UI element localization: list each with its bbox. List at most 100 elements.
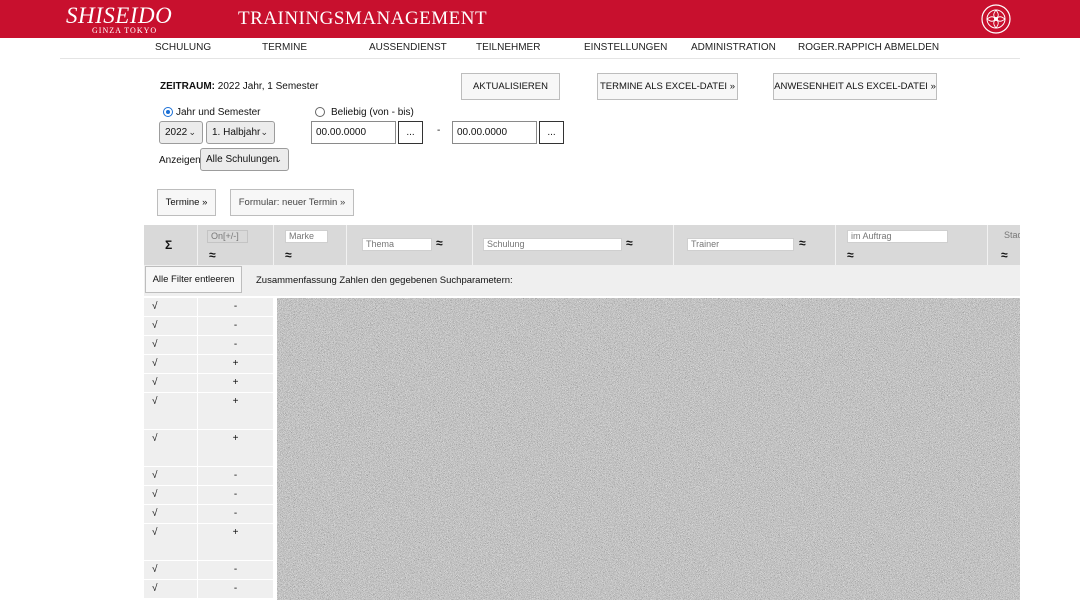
row-status-value: - xyxy=(233,320,238,331)
row-status-value: + xyxy=(232,527,239,538)
half-year-select-value: 1. Halbjahr xyxy=(212,127,261,138)
nav-aussendienst[interactable]: AUSSENDIENST xyxy=(369,42,447,53)
checkmark-icon: √ xyxy=(152,396,158,407)
checkmark-icon: √ xyxy=(152,339,158,350)
row-status-cell: - xyxy=(198,467,273,485)
app-header: SHISEIDO GINZA TOKYO TRAININGSMANAGEMENT xyxy=(0,0,1080,38)
year-select[interactable]: 2022 ⌄ xyxy=(159,121,203,144)
row-status-cell: - xyxy=(198,505,273,523)
period-label: ZEITRAUM: xyxy=(160,81,215,92)
checkmark-icon: √ xyxy=(152,489,158,500)
row-check-cell[interactable]: √ xyxy=(144,580,197,598)
nav-administration[interactable]: ADMINISTRATION xyxy=(691,42,776,53)
checkmark-icon: √ xyxy=(152,377,158,388)
approx-icon[interactable]: ≈ xyxy=(209,248,216,262)
export-termine-button[interactable]: TERMINE ALS EXCEL-DATEI » xyxy=(597,73,738,100)
nav-logout[interactable]: ROGER.RAPPICH ABMELDEN xyxy=(798,42,939,53)
on-filter-input[interactable]: On[+/-] xyxy=(207,230,248,243)
nav-einstellungen[interactable]: EINSTELLUNGEN xyxy=(584,42,667,53)
row-status-value: - xyxy=(233,301,238,312)
row-status-cell: + xyxy=(198,374,273,392)
app-title: TRAININGSMANAGEMENT xyxy=(238,8,488,29)
approx-icon[interactable]: ≈ xyxy=(285,248,292,262)
row-status-cell: + xyxy=(198,524,273,560)
radio-year-semester-label: Jahr und Semester xyxy=(176,107,261,118)
row-status-value: + xyxy=(232,396,239,407)
nav-termine[interactable]: TERMINE xyxy=(262,42,307,53)
chevron-down-icon: ⌄ xyxy=(260,127,268,137)
row-status-value: + xyxy=(232,433,239,444)
masked-table-content xyxy=(277,298,1020,600)
row-status-cell: - xyxy=(198,298,273,316)
row-status-cell: - xyxy=(198,580,273,598)
auftrag-filter-input[interactable]: im Auftrag xyxy=(847,230,948,243)
row-check-cell[interactable]: √ xyxy=(144,524,197,560)
row-status-value: - xyxy=(233,508,238,519)
radio-date-range[interactable] xyxy=(315,107,325,117)
row-check-cell[interactable]: √ xyxy=(144,355,197,373)
summary-text: Zusammenfassung Zahlen den gegebenen Suc… xyxy=(256,275,513,286)
period-display: ZEITRAUM: 2022 Jahr, 1 Semester xyxy=(160,81,318,92)
row-status-cell: - xyxy=(198,561,273,579)
radio-year-semester[interactable] xyxy=(163,107,173,117)
camellia-emblem-icon xyxy=(981,4,1011,34)
clear-filters-button[interactable]: Alle Filter entleeren xyxy=(145,266,242,293)
row-check-cell[interactable]: √ xyxy=(144,374,197,392)
schulung-filter-input[interactable]: Schulung xyxy=(483,238,622,251)
row-check-cell[interactable]: √ xyxy=(144,486,197,504)
auftrag-column-header: im Auftrag ≈ xyxy=(836,225,988,265)
show-select-value: Alle Schulungen xyxy=(206,154,279,165)
checkmark-icon: √ xyxy=(152,433,158,444)
checkmark-icon: √ xyxy=(152,320,158,331)
row-check-cell[interactable]: √ xyxy=(144,467,197,485)
approx-icon[interactable]: ≈ xyxy=(847,248,854,262)
row-check-cell[interactable]: √ xyxy=(144,336,197,354)
thema-filter-input[interactable]: Thema xyxy=(362,238,432,251)
marke-filter-input[interactable]: Marke xyxy=(285,230,328,243)
schulung-column-header: Schulung ≈ xyxy=(473,225,674,265)
main-nav: SCHULUNG TERMINE AUSSENDIENST TEILNEHMER… xyxy=(0,38,1080,58)
trainer-filter-input[interactable]: Trainer xyxy=(687,238,794,251)
row-check-cell[interactable]: √ xyxy=(144,317,197,335)
approx-icon[interactable]: ≈ xyxy=(436,236,443,250)
show-select[interactable]: Alle Schulungen ⌄ xyxy=(200,148,289,171)
row-status-cell: + xyxy=(198,355,273,373)
refresh-button[interactable]: AKTUALISIEREN xyxy=(461,73,560,100)
table-filter-header: Σ On[+/-] ≈ Marke ≈ Thema ≈ Schulung ≈ T… xyxy=(144,225,1020,265)
row-check-cell[interactable]: √ xyxy=(144,298,197,316)
approx-icon[interactable]: ≈ xyxy=(799,236,806,250)
date-to-picker-button[interactable]: ... xyxy=(539,121,564,144)
on-column-header: On[+/-] ≈ xyxy=(198,225,274,265)
date-from-picker-button[interactable]: ... xyxy=(398,121,423,144)
nav-teilnehmer[interactable]: TEILNEHMER xyxy=(476,42,540,53)
row-status-value: - xyxy=(233,564,238,575)
approx-icon[interactable]: ≈ xyxy=(626,236,633,250)
nav-schulung[interactable]: SCHULUNG xyxy=(155,42,211,53)
checkmark-icon: √ xyxy=(152,583,158,594)
row-status-cell: - xyxy=(198,486,273,504)
row-status-cell: + xyxy=(198,393,273,429)
row-status-value: - xyxy=(233,583,238,594)
stadt-column-header: Stad ≈ xyxy=(988,225,1020,265)
marke-column-header: Marke ≈ xyxy=(274,225,347,265)
trainer-column-header: Trainer ≈ xyxy=(674,225,836,265)
row-check-cell[interactable]: √ xyxy=(144,393,197,429)
date-to-field[interactable]: 00.00.0000 xyxy=(452,121,537,144)
stadt-filter-input[interactable]: Stad xyxy=(1001,230,1020,243)
row-status-value: + xyxy=(232,377,239,388)
period-value: 2022 Jahr, 1 Semester xyxy=(217,81,319,92)
termine-button[interactable]: Termine » xyxy=(157,189,216,216)
row-check-cell[interactable]: √ xyxy=(144,505,197,523)
row-check-cell[interactable]: √ xyxy=(144,561,197,579)
row-check-cell[interactable]: √ xyxy=(144,430,197,466)
half-year-select[interactable]: 1. Halbjahr ⌄ xyxy=(206,121,275,144)
checkmark-icon: √ xyxy=(152,470,158,481)
new-termin-button[interactable]: Formular: neuer Termin » xyxy=(230,189,354,216)
row-status-value: - xyxy=(233,339,238,350)
chevron-down-icon: ⌄ xyxy=(188,127,196,137)
logo-subtitle: GINZA TOKYO xyxy=(92,26,158,35)
approx-icon[interactable]: ≈ xyxy=(1001,248,1008,262)
date-from-field[interactable]: 00.00.0000 xyxy=(311,121,396,144)
checkmark-icon: √ xyxy=(152,301,158,312)
export-attendance-button[interactable]: ANWESENHEIT ALS EXCEL-DATEI » xyxy=(773,73,937,100)
